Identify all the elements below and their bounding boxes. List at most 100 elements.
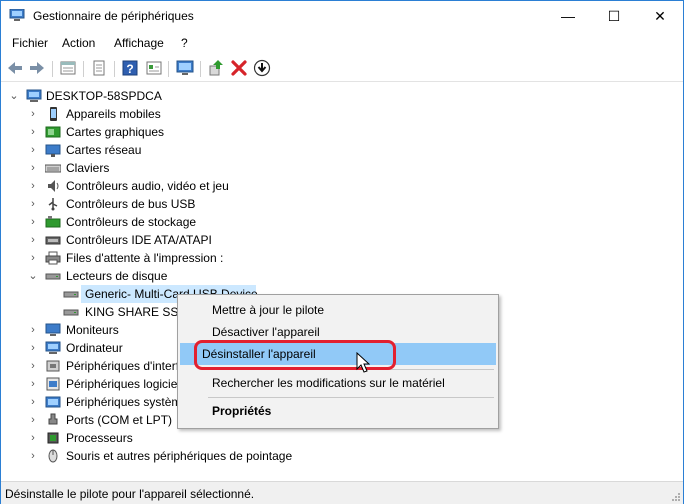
toolbar-separator [200,61,201,77]
chevron-right-icon[interactable]: › [28,249,38,267]
tree-category-label: Lecteurs de disque [66,269,168,283]
tree-category-row[interactable]: › Contrôleurs IDE ATA/ATAPI [1,231,301,249]
toolbar-separator [52,61,53,77]
tree-category-row[interactable]: › Cartes réseau [1,141,301,159]
tree-category-row[interactable]: › Files d'attente à l'impression : [1,249,301,267]
resize-grip-icon[interactable] [671,492,681,502]
tree-category-label: Souris et autres périphériques de pointa… [66,449,293,463]
tree-category-row[interactable]: › Ports (COM et LPT) [1,411,176,429]
status-text: Désinstalle le pilote pour l'appareil sé… [5,487,255,501]
menu-item-properties[interactable]: Propriétés [180,400,496,422]
tree-category-row[interactable]: › Périphériques d'interf [1,357,179,375]
disk-drive-icon [63,291,79,298]
menu-action[interactable]: Action [62,36,95,50]
tree-category-label: Périphériques systèm [66,395,182,409]
tree-category-row[interactable]: › Appareils mobiles [1,105,301,123]
mouse-pointer-icon [356,352,370,373]
tree-category-row[interactable]: › Périphériques logiciel [1,375,180,393]
maximize-button[interactable]: ☐ [591,1,637,31]
back-arrow-icon[interactable] [5,58,25,78]
show-hidden-icon[interactable] [144,58,164,78]
toolbar-separator [114,61,115,77]
keyboard-icon [45,164,61,173]
menu-bar: Fichier Action Affichage ? [1,33,683,53]
menu-help[interactable]: ? [181,36,188,50]
tree-category-label: Contrôleurs de bus USB [66,197,196,211]
chevron-right-icon[interactable]: › [28,357,38,375]
tree-category-row[interactable]: › Contrôleurs de stockage [1,213,301,231]
disk-drive-icon [63,309,79,316]
minimize-button[interactable]: — [545,1,591,31]
tree-category-label: Cartes réseau [66,143,142,157]
close-button[interactable]: ✕ [637,1,683,31]
update-driver-icon[interactable] [206,58,226,78]
chevron-right-icon[interactable]: › [28,375,38,393]
device-manager-window: Gestionnaire de périphériques — ☐ ✕ Fich… [0,0,684,504]
properties-grid-icon[interactable] [58,58,78,78]
chevron-right-icon[interactable]: › [28,339,38,357]
tree-category-label: Ports (COM et LPT) [66,413,173,427]
chevron-right-icon[interactable]: › [28,177,38,195]
audio-icon [48,180,59,192]
software-device-icon [46,377,60,391]
chevron-down-icon[interactable]: ⌄ [28,267,38,285]
chevron-right-icon[interactable]: › [28,321,38,339]
chevron-right-icon[interactable]: › [28,429,38,447]
tree-category-row[interactable]: › Périphériques systèm [1,393,181,411]
menu-item-update-driver[interactable]: Mettre à jour le pilote [180,299,496,321]
help-icon[interactable]: ? [120,58,140,78]
tree-category-label: Cartes graphiques [66,125,165,139]
tree-category-row[interactable]: › Souris et autres périphériques de poin… [1,447,321,465]
menu-item-scan-hardware[interactable]: Rechercher les modifications sur le maté… [180,372,496,394]
chevron-right-icon[interactable]: › [28,393,38,411]
tree-category-label: Périphériques logiciel [66,377,181,391]
chevron-right-icon[interactable]: › [28,213,38,231]
toolbar-separator [168,61,169,77]
monitor-scan-icon[interactable] [175,58,195,78]
chevron-right-icon[interactable]: › [28,195,38,213]
driver-icon[interactable] [89,58,109,78]
mobile-device-icon [50,107,57,121]
tree-category-label: Claviers [66,161,110,175]
printer-queue-icon [45,251,61,265]
title-bar[interactable]: Gestionnaire de périphériques — ☐ ✕ [1,1,683,31]
chevron-right-icon[interactable]: › [28,141,38,159]
tree-category-label: Contrôleurs audio, vidéo et jeu [66,179,229,193]
tree-category-label: Contrôleurs de stockage [66,215,197,229]
tree-category-row[interactable]: › Contrôleurs audio, vidéo et jeu [1,177,301,195]
hid-icon [46,360,60,372]
download-icon[interactable] [252,58,272,78]
tree-root-row[interactable]: ⌄ DESKTOP-58SPDCA [1,87,301,105]
usb-icon [48,198,58,211]
tree-category-row[interactable]: › Cartes graphiques [1,123,301,141]
chevron-right-icon[interactable]: › [28,105,38,123]
status-bar: Désinstalle le pilote pour l'appareil sé… [1,481,683,504]
chevron-right-icon[interactable]: › [28,159,38,177]
menu-item-label: Rechercher les modifications sur le maté… [212,376,445,390]
tree-category-row[interactable]: › Processeurs [1,429,301,447]
menu-item-label: Propriétés [212,404,272,418]
tree-category-label: Moniteurs [66,323,119,337]
display-adapter-icon [45,126,61,138]
menu-affichage[interactable]: Affichage [114,36,164,50]
tree-category-row[interactable]: › Contrôleurs de bus USB [1,195,301,213]
menu-separator [208,397,494,398]
chevron-right-icon[interactable]: › [28,447,38,465]
tree-device-label: KING SHARE SSD [85,305,188,319]
tree-category-row[interactable]: › Ordinateur [1,339,176,357]
toolbar: ? [1,55,683,82]
menu-fichier[interactable]: Fichier [12,36,48,50]
port-icon [48,413,58,425]
computer-icon [45,341,61,354]
uninstall-x-icon[interactable] [229,58,249,78]
chevron-right-icon[interactable]: › [28,411,38,429]
forward-arrow-icon[interactable] [27,58,47,78]
tree-category-label: Files d'attente à l'impression : [66,251,224,265]
chevron-down-icon[interactable]: ⌄ [9,87,19,105]
tree-category-row-expanded[interactable]: ⌄ Lecteurs de disque [1,267,301,285]
chevron-right-icon[interactable]: › [28,231,38,249]
tree-category-label: Appareils mobiles [66,107,161,121]
tree-category-row[interactable]: › Moniteurs [1,321,176,339]
chevron-right-icon[interactable]: › [28,123,38,141]
tree-category-row[interactable]: › Claviers [1,159,301,177]
